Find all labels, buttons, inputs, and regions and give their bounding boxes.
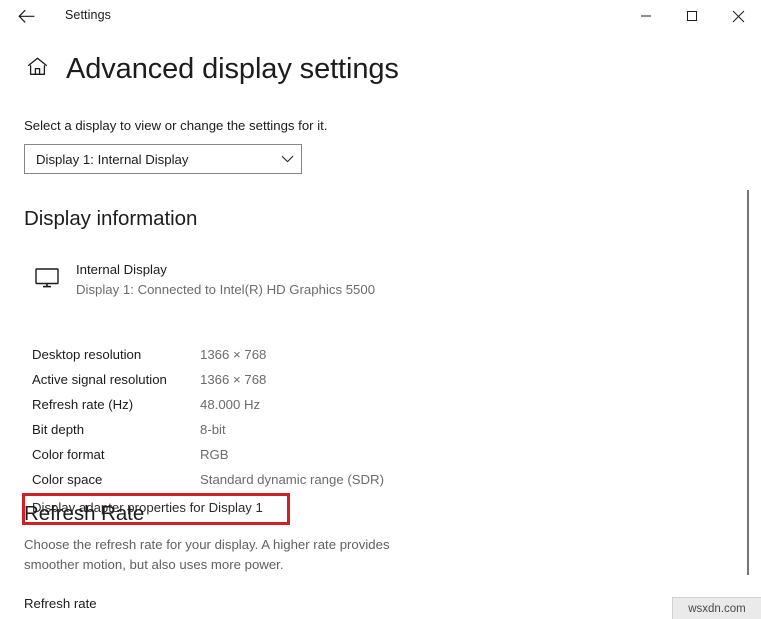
monitor-icon	[32, 264, 62, 292]
home-icon	[27, 57, 48, 81]
maximize-icon	[686, 10, 698, 22]
home-button[interactable]	[22, 54, 52, 84]
back-button[interactable]	[6, 0, 46, 32]
table-row: Active signal resolution 1366 × 768	[32, 367, 512, 392]
page-content: Advanced display settings Select a displ…	[0, 32, 761, 619]
intro-text: Select a display to view or change the s…	[24, 118, 328, 133]
info-label: Desktop resolution	[32, 347, 142, 362]
chevron-down-icon	[273, 155, 301, 163]
table-row: Desktop resolution 1366 × 768	[32, 342, 512, 367]
page-header: Advanced display settings	[22, 54, 399, 84]
info-value: Standard dynamic range (SDR)	[200, 472, 384, 487]
info-value: RGB	[200, 447, 229, 462]
monitor-name: Internal Display	[76, 262, 167, 277]
caption-buttons	[623, 0, 761, 32]
watermark: wsxdn.com	[672, 597, 761, 619]
monitor-subtitle: Display 1: Connected to Intel(R) HD Grap…	[76, 282, 376, 297]
info-label: Color format	[32, 447, 105, 462]
display-information-table: Desktop resolution 1366 × 768 Active sig…	[32, 342, 512, 492]
refresh-rate-heading: Refresh Rate	[24, 502, 145, 525]
info-label: Refresh rate (Hz)	[32, 397, 134, 412]
info-value: 1366 × 768	[200, 347, 267, 362]
close-button[interactable]	[715, 0, 761, 32]
table-row: Bit depth 8-bit	[32, 417, 512, 442]
close-icon	[732, 10, 745, 23]
info-value: 8-bit	[200, 422, 226, 437]
table-row: Refresh rate (Hz) 48.000 Hz	[32, 392, 512, 417]
table-row: Color format RGB	[32, 442, 512, 467]
page-title: Advanced display settings	[66, 52, 399, 85]
display-selector-dropdown[interactable]: Display 1: Internal Display	[24, 144, 302, 174]
refresh-rate-field-label: Refresh rate	[24, 596, 97, 611]
scrollbar-thumb[interactable]	[747, 190, 749, 575]
monitor-summary: Internal Display Display 1: Connected to…	[32, 260, 375, 299]
info-value: 1366 × 768	[200, 372, 267, 387]
title-bar: Settings	[0, 0, 761, 32]
table-row: Color space Standard dynamic range (SDR)	[32, 467, 512, 492]
minimize-button[interactable]	[623, 0, 669, 32]
display-information-heading: Display information	[24, 207, 198, 230]
minimize-icon	[640, 10, 652, 22]
maximize-button[interactable]	[669, 0, 715, 32]
back-arrow-icon	[17, 9, 35, 24]
display-selector-value: Display 1: Internal Display	[36, 151, 189, 167]
refresh-rate-description: Choose the refresh rate for your display…	[24, 537, 390, 572]
vertical-scrollbar[interactable]	[741, 32, 755, 619]
info-value: 48.000 Hz	[200, 397, 261, 412]
info-label: Bit depth	[32, 422, 85, 437]
info-label: Active signal resolution	[32, 372, 167, 387]
info-label: Color space	[32, 472, 103, 487]
app-title: Settings	[65, 8, 111, 22]
